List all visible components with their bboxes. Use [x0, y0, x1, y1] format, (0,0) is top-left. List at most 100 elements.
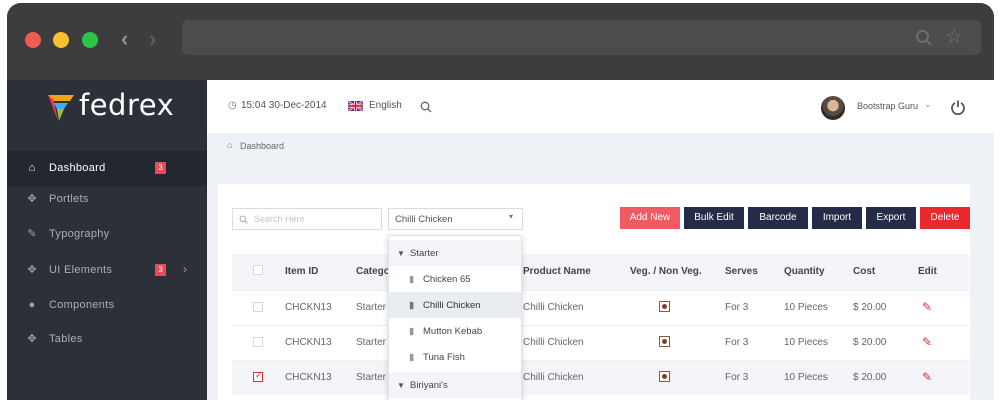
sidebar-item-label: Components — [49, 299, 115, 311]
drop-icon: ● — [28, 299, 36, 311]
dropdown-option[interactable]: ▮ Mutton Kebab — [389, 318, 521, 344]
cell-quantity: 10 Pieces — [784, 302, 828, 313]
clock-icon: ◷ — [228, 100, 237, 111]
sidebar-item-ui-elements[interactable]: ✥ UI Elements 3 › — [7, 253, 207, 288]
cell-cost: $ 20.00 — [853, 337, 887, 348]
puzzle-icon: ✥ — [27, 264, 37, 276]
item-icon: ▮ — [409, 300, 415, 311]
cell-serves: For 3 — [725, 337, 749, 348]
cell-item-id: CHCKN13 — [285, 302, 332, 313]
maximize-window-button[interactable] — [82, 32, 98, 48]
header-cost[interactable]: Cost — [853, 266, 875, 277]
dropdown-option-selected[interactable]: ▮ Chilli Chicken — [389, 292, 521, 318]
header-product-name[interactable]: Product Name — [523, 266, 591, 277]
barcode-button[interactable]: Barcode — [748, 207, 808, 229]
star-icon[interactable]: ☆ — [945, 25, 963, 49]
close-window-button[interactable] — [25, 32, 41, 48]
power-icon[interactable] — [950, 99, 966, 115]
export-button[interactable]: Export — [866, 207, 916, 229]
search-icon[interactable] — [420, 101, 432, 113]
dropdown-group-label: Biriyani's — [410, 380, 448, 391]
sidebar-item-components[interactable]: ● Components — [7, 288, 207, 323]
caret-down-icon: ▾ — [509, 212, 514, 221]
chevron-left-icon[interactable]: ‹ — [121, 27, 128, 51]
search-icon — [239, 215, 248, 224]
item-icon: ▮ — [409, 352, 415, 363]
header-serves[interactable]: Serves — [725, 266, 758, 277]
filter-icon: ▼ — [397, 381, 405, 390]
dropdown-group-biriyanis: ▼ Biriyani's — [389, 372, 521, 398]
cell-product-name: Chilli Chicken — [523, 372, 584, 383]
main-content: ◷ 15:04 30-Dec-2014 English Bootstrap Gu… — [207, 80, 994, 400]
header-category[interactable]: Catego — [356, 266, 390, 277]
dropdown-option[interactable]: ▮ Tuna Fish — [389, 344, 521, 370]
row-checkbox-checked[interactable]: ✓ — [253, 370, 263, 382]
select-value: Chilli Chicken — [395, 214, 453, 225]
item-icon: ▮ — [409, 274, 415, 285]
non-veg-indicator — [659, 336, 670, 347]
notification-badge: 3 — [155, 162, 166, 174]
row-checkbox[interactable] — [253, 337, 263, 347]
check-icon: ✓ — [255, 370, 263, 380]
sidebar-item-label: Portlets — [49, 193, 89, 205]
breadcrumb-dashboard[interactable]: Dashboard — [240, 141, 284, 151]
breadcrumb: ⌂ Dashboard — [207, 133, 994, 157]
cell-item-id: CHCKN13 — [285, 337, 332, 348]
bulk-edit-button[interactable]: Bulk Edit — [684, 207, 744, 229]
dropdown-group-label: Starter — [410, 248, 439, 259]
product-select[interactable]: Chilli Chicken ▾ — [388, 208, 523, 230]
table-row[interactable]: CHCKN13 Starter Chilli Chicken For 3 10 … — [232, 290, 969, 325]
cell-cost: $ 20.00 — [853, 302, 887, 313]
table-row[interactable]: CHCKN13 Starter Chilli Chicken For 3 10 … — [232, 325, 969, 360]
language-selector[interactable]: English — [369, 100, 402, 111]
user-name[interactable]: Bootstrap Guru — [857, 101, 918, 111]
delete-button[interactable]: Delete — [920, 207, 970, 229]
edit-pencil-icon[interactable]: ✎ — [922, 300, 932, 314]
logo[interactable]: fedrex — [7, 80, 207, 133]
search-input[interactable]: Search Here — [232, 208, 382, 230]
edit-pencil-icon[interactable]: ✎ — [922, 370, 932, 384]
sidebar-item-typography[interactable]: ✎ Typography — [7, 217, 207, 252]
browser-chrome: ‹ › ☆ — [7, 3, 994, 80]
row-checkbox[interactable] — [253, 302, 263, 312]
chevron-right-icon[interactable]: › — [183, 262, 187, 276]
search-icon[interactable] — [915, 29, 933, 47]
dropdown-option-label: Chilli Chicken — [423, 300, 481, 311]
header-edit[interactable]: Edit — [918, 266, 937, 277]
chevron-down-icon[interactable]: ⌄ — [924, 99, 932, 110]
sidebar-item-tables[interactable]: ✥ Tables — [7, 322, 207, 357]
sidebar-item-label: UI Elements — [49, 264, 113, 276]
select-all-checkbox[interactable] — [253, 265, 263, 275]
sidebar-item-label: Dashboard — [49, 162, 106, 174]
cell-item-id: CHCKN13 — [285, 372, 332, 383]
puzzle-icon: ✥ — [27, 193, 37, 205]
cell-serves: For 3 — [725, 372, 749, 383]
header-quantity[interactable]: Quantity — [784, 266, 825, 277]
header-item-id[interactable]: Item ID — [285, 266, 318, 277]
minimize-window-button[interactable] — [53, 32, 69, 48]
cell-product-name: Chilli Chicken — [523, 337, 584, 348]
avatar[interactable] — [821, 96, 845, 120]
edit-pencil-icon[interactable]: ✎ — [922, 335, 932, 349]
sidebar-item-portlets[interactable]: ✥ Portlets — [7, 182, 207, 217]
product-dropdown-menu: ▼ Starter ▮ Chicken 65 ▮ Chilli Chicken … — [388, 235, 522, 400]
add-new-button[interactable]: Add New — [620, 207, 680, 229]
dropdown-option-label: Tuna Fish — [423, 352, 465, 363]
logo-text: fedrex — [79, 88, 175, 122]
uk-flag-icon — [348, 101, 363, 111]
cell-quantity: 10 Pieces — [784, 337, 828, 348]
search-placeholder: Search Here — [254, 214, 305, 224]
notification-badge: 3 — [155, 264, 166, 276]
chevron-right-icon[interactable]: › — [149, 27, 156, 51]
table-row[interactable]: ✓ CHCKN13 Starter Chilli Chicken For 3 1… — [232, 360, 969, 395]
home-icon[interactable]: ⌂ — [227, 140, 232, 150]
address-bar[interactable]: ☆ — [182, 20, 981, 55]
dropdown-option[interactable]: ▮ Chicken 65 — [389, 266, 521, 292]
import-button[interactable]: Import — [812, 207, 862, 229]
table-header: Item ID Catego Product Name Veg. / Non V… — [232, 254, 969, 290]
non-veg-indicator — [659, 371, 670, 382]
sidebar-item-dashboard[interactable]: ⌂ Dashboard 3 — [7, 151, 207, 186]
header-veg[interactable]: Veg. / Non Veg. — [630, 266, 702, 277]
puzzle-icon: ✥ — [27, 333, 37, 345]
non-veg-indicator — [659, 301, 670, 312]
